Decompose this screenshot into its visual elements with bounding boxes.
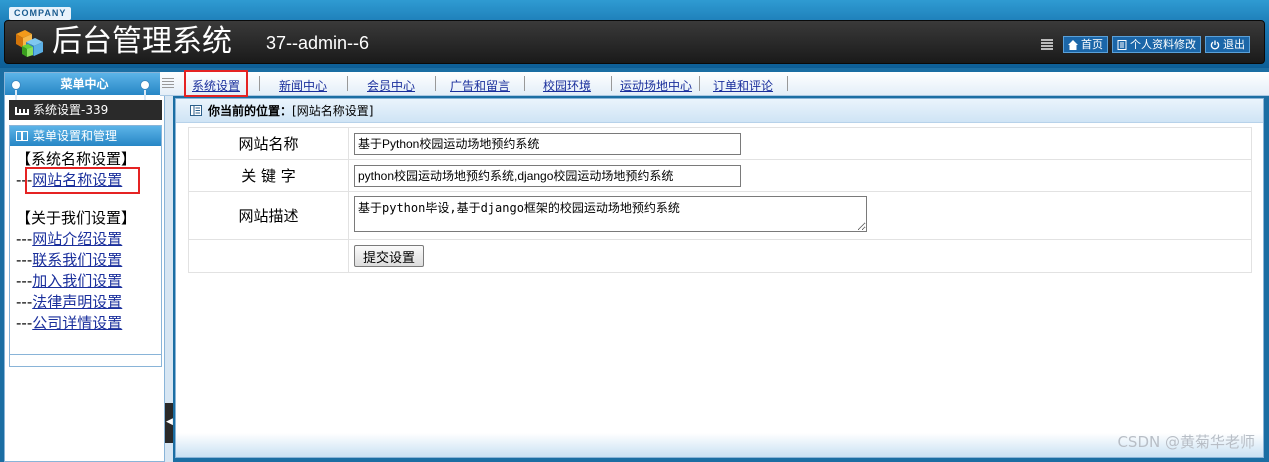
pin-icon — [11, 80, 21, 100]
app-header: COMPANY 后台管理系统 37--admin--6 首页 个人资料修改 退出 — [0, 0, 1269, 68]
menu-link-legal[interactable]: 法律声明设置 — [32, 293, 122, 311]
menu-link-prefix: --- — [16, 314, 33, 332]
sidebar: 菜单中心 系统设置-339 菜单设置和管理 【系统名称设置】 ---网站名称设置… — [4, 72, 165, 462]
empty-label-cell — [188, 239, 349, 273]
panel-icon — [190, 105, 202, 116]
top-nav: 系统设置 新闻中心 会员中心 广告和留言 校园环境 运动场地中心 订单和评论 — [160, 72, 1269, 96]
menu-link-prefix: --- — [16, 251, 33, 269]
list-item: ---法律声明设置 — [16, 292, 136, 313]
menu-link-prefix: --- — [16, 230, 33, 248]
nav-separator — [611, 76, 612, 91]
home-button-label: 首页 — [1081, 38, 1103, 51]
keywords-cell — [348, 159, 1252, 192]
system-settings-bar[interactable]: 系统设置-339 — [9, 100, 162, 120]
menu-link-prefix: --- — [16, 272, 33, 290]
list-item: ---网站介绍设置 — [16, 229, 136, 250]
app-title: 后台管理系统 — [52, 24, 232, 59]
home-button[interactable]: 首页 — [1063, 36, 1108, 53]
list-item: ---公司详情设置 — [16, 313, 136, 334]
menu-group-about-us: 【关于我们设置】 ---网站介绍设置 ---联系我们设置 ---加入我们设置 -… — [16, 208, 136, 334]
grip-icon — [162, 78, 174, 90]
grid-icon — [1041, 38, 1053, 51]
logout-label: 退出 — [1223, 38, 1245, 51]
book-icon — [16, 131, 28, 141]
nav-venue-center[interactable]: 运动场地中心 — [620, 77, 692, 94]
menu-link-prefix: --- — [16, 293, 33, 311]
breadcrumb: 你当前的位置：[网站名称设置] — [176, 99, 1263, 123]
table-row: 网站名称 — [188, 127, 1252, 160]
breadcrumb-value: [网站名称设置] — [292, 103, 374, 118]
profile-edit-label: 个人资料修改 — [1130, 38, 1196, 51]
description-textarea[interactable]: 基于python毕设,基于django框架的校园运动场地预约系统 — [354, 195, 867, 232]
menu-box-title: 菜单设置和管理 — [33, 129, 118, 143]
home-icon — [1068, 39, 1078, 50]
power-icon — [1210, 40, 1220, 49]
menu-box-header: 菜单设置和管理 — [10, 126, 161, 146]
site-name-cell — [348, 127, 1252, 160]
header-buttons: 首页 个人资料修改 退出 — [1041, 36, 1250, 53]
menu-box-footer — [9, 355, 162, 367]
collapse-sidebar-handle[interactable]: ◀ — [165, 403, 173, 443]
submit-cell: 提交设置 — [348, 239, 1252, 273]
nav-separator — [524, 76, 525, 91]
nav-ads-messages[interactable]: 广告和留言 — [450, 77, 510, 94]
menu-link-company-details[interactable]: 公司详情设置 — [32, 314, 122, 332]
logout-button[interactable]: 退出 — [1205, 36, 1250, 53]
settings-form: 网站名称 关 键 字 网站描述 基于python毕设,基于django框架的校园… — [188, 127, 1252, 273]
nav-separator — [435, 76, 436, 91]
table-row: 网站描述 基于python毕设,基于django框架的校园运动场地预约系统 — [188, 191, 1252, 240]
pin-icon — [140, 80, 150, 100]
nav-news-center[interactable]: 新闻中心 — [279, 77, 327, 94]
list-item: ---加入我们设置 — [16, 271, 136, 292]
nav-campus-environment[interactable]: 校园环境 — [543, 77, 591, 94]
profile-icon — [1117, 39, 1127, 50]
highlight-box — [25, 167, 140, 194]
site-name-label: 网站名称 — [188, 127, 349, 160]
list-item: ---联系我们设置 — [16, 250, 136, 271]
nav-separator — [787, 76, 788, 91]
keywords-label: 关 键 字 — [188, 159, 349, 192]
keywords-input[interactable] — [354, 164, 741, 187]
menu-link-site-intro[interactable]: 网站介绍设置 — [32, 230, 122, 248]
company-badge: COMPANY — [9, 7, 72, 20]
watermark: CSDN @黄菊华老师 — [1117, 433, 1255, 451]
highlight-box — [184, 70, 248, 97]
description-cell: 基于python毕设,基于django框架的校园运动场地预约系统 — [348, 191, 1252, 240]
table-row: 关 键 字 — [188, 159, 1252, 192]
submit-settings-button[interactable]: 提交设置 — [354, 245, 425, 267]
nav-separator — [699, 76, 700, 91]
logo-cubes-icon — [16, 30, 43, 57]
description-label: 网站描述 — [188, 191, 349, 240]
breadcrumb-label: 你当前的位置： — [208, 103, 293, 118]
nav-orders-reviews[interactable]: 订单和评论 — [713, 77, 773, 94]
table-row: 提交设置 — [188, 239, 1252, 273]
nav-separator — [259, 76, 260, 91]
nav-member-center[interactable]: 会员中心 — [367, 77, 415, 94]
profile-edit-button[interactable]: 个人资料修改 — [1112, 36, 1201, 53]
menu-link-contact-us[interactable]: 联系我们设置 — [32, 251, 122, 269]
nav-separator — [347, 76, 348, 91]
system-settings-label: 系统设置-339 — [33, 103, 109, 117]
content-footer-bar — [176, 433, 1263, 457]
content-panel: 你当前的位置：[网站名称设置] 网站名称 关 键 字 网站描述 基于python… — [175, 98, 1264, 458]
user-info: 37--admin--6 — [266, 33, 370, 53]
menu-group-title: 【关于我们设置】 — [16, 209, 137, 227]
menu-link-join-us[interactable]: 加入我们设置 — [32, 272, 122, 290]
site-name-input[interactable] — [354, 132, 741, 155]
bars-icon — [15, 107, 29, 115]
menu-box: 菜单设置和管理 【系统名称设置】 ---网站名称设置 【关于我们设置】 ---网… — [9, 125, 162, 355]
chevron-left-icon: ◀ — [166, 417, 173, 427]
